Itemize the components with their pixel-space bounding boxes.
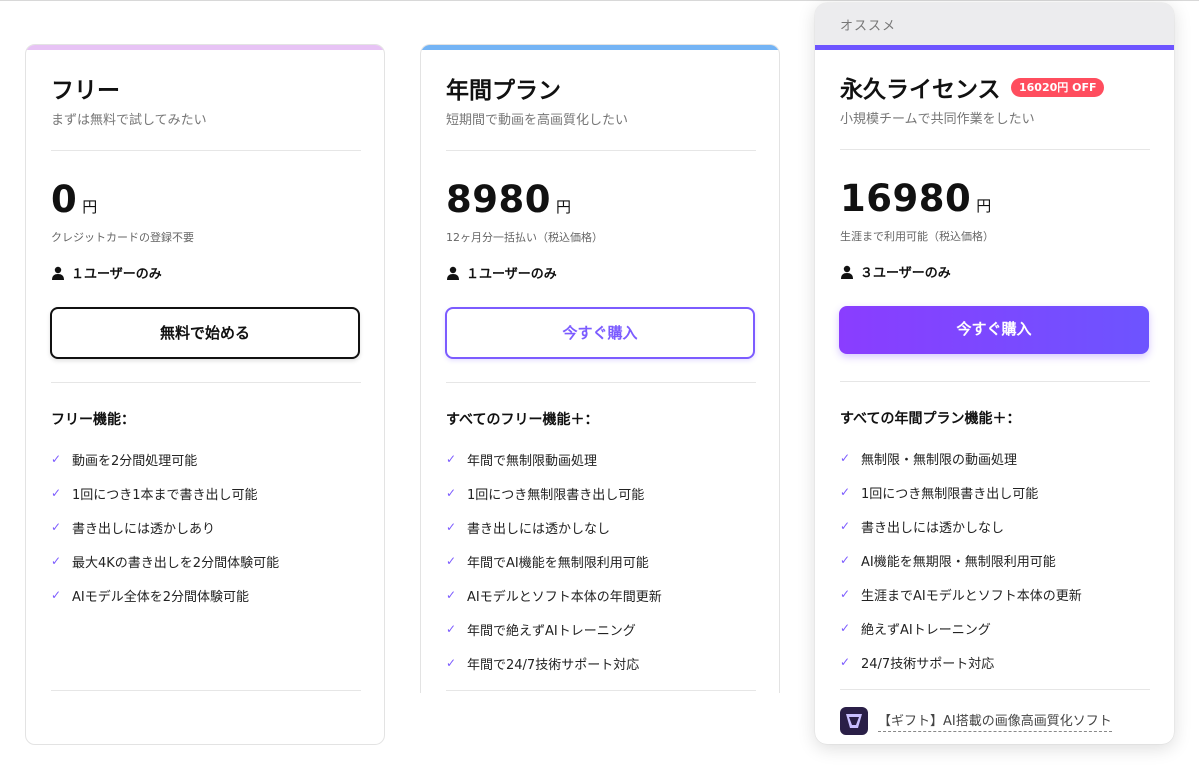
divider (51, 690, 361, 691)
check-icon: ✓ (840, 553, 851, 567)
check-icon: ✓ (840, 655, 851, 669)
divider (446, 690, 756, 691)
user-limit: ３ユーザーのみ (840, 262, 951, 281)
price-currency: 円 (976, 197, 992, 215)
price-row: 16980 円 (840, 177, 991, 220)
feature-list: ✓ 年間で無制限動画処理 ✓ 1回につき無制限書き出し可能 ✓ 書き出しには透かしなし… (446, 442, 662, 680)
check-icon: ✓ (840, 519, 851, 533)
plan-accent-bar (26, 45, 384, 50)
list-item: ✓ 書き出しには透かしあり (51, 520, 216, 537)
plan-subtitle: まずは無料で試してみたい (51, 113, 207, 128)
check-icon: ✓ (446, 622, 457, 636)
app-logo-icon (840, 707, 868, 735)
list-item: ✓ 24/7技術サポート対応 (840, 655, 995, 672)
feature-list: ✓ 動画を2分間処理可能 ✓ 1回につき1本まで書き出し可能 ✓ 書き出しには透かしあ… (51, 442, 279, 612)
features-title: フリー機能： (51, 412, 135, 428)
check-icon: ✓ (840, 587, 851, 601)
plan-card-permanent: オススメ 永久ライセンス 16020円 OFF 小規模チームで共同作業をしたい … (815, 3, 1174, 744)
list-item: ✓ AIモデル全体を2分間体験可能 (51, 588, 249, 605)
plan-name: 永久ライセンス (840, 77, 1001, 103)
price-row: 8980 円 (446, 178, 571, 221)
start-free-button[interactable]: 無料で始める (50, 307, 360, 359)
top-divider (0, 0, 1199, 1)
list-item: ✓ 書き出しには透かしなし (446, 520, 611, 537)
check-icon: ✓ (51, 520, 62, 534)
buy-now-button[interactable]: 今すぐ購入 (445, 307, 755, 359)
check-icon: ✓ (446, 656, 457, 670)
list-item: ✓ AIモデルとソフト本体の年間更新 (446, 588, 662, 605)
discount-badge: 16020円 OFF (1011, 78, 1105, 97)
price-value: 0 (51, 178, 78, 221)
user-limit: １ユーザーのみ (446, 263, 557, 282)
price-currency: 円 (555, 198, 571, 216)
user-icon (52, 266, 64, 280)
list-item: ✓ 絶えずAIトレーニング (840, 621, 991, 638)
plan-subtitle: 小規模チームで共同作業をしたい (840, 112, 1035, 127)
check-icon: ✓ (51, 554, 62, 568)
divider (51, 150, 361, 151)
buy-now-button[interactable]: 今すぐ購入 (839, 306, 1149, 354)
user-limit-text: １ユーザーのみ (466, 267, 557, 282)
list-item: ✓ 最大4Kの書き出しを2分間体験可能 (51, 554, 280, 571)
user-limit-text: １ユーザーのみ (71, 267, 162, 282)
plan-name: 年間プラン (446, 78, 561, 104)
divider (840, 689, 1150, 690)
list-item: ✓ AI機能を無期限・無制限利用可能 (840, 553, 1056, 570)
recommend-label: オススメ (840, 19, 897, 34)
user-limit: １ユーザーのみ (51, 263, 162, 282)
check-icon: ✓ (51, 486, 62, 500)
list-item: ✓ 動画を2分間処理可能 (51, 452, 198, 469)
plan-card-annual: 年間プラン 短期間で動画を高画質化したい 8980 円 12ヶ月分一括払い（税込… (420, 44, 780, 693)
divider (840, 381, 1150, 382)
check-icon: ✓ (51, 452, 62, 466)
list-item: ✓ 書き出しには透かしなし (840, 519, 1005, 536)
price-note: 生涯まで利用可能（税込価格） (840, 230, 994, 243)
check-icon: ✓ (446, 554, 457, 568)
list-item: ✓ 年間で24/7技術サポート対応 (446, 656, 640, 673)
list-item: ✓ 年間で絶えずAIトレーニング (446, 622, 636, 639)
user-icon (447, 266, 459, 280)
plan-accent-bar (815, 45, 1174, 50)
price-note: クレジットカードの登録不要 (51, 231, 194, 244)
list-item: ✓ 年間で無制限動画処理 (446, 452, 598, 469)
check-icon: ✓ (446, 486, 457, 500)
user-limit-text: ３ユーザーのみ (860, 266, 951, 281)
plan-card-free: フリー まずは無料で試してみたい 0 円 クレジットカードの登録不要 １ユーザー… (25, 44, 385, 745)
features-title: すべての年間プラン機能＋： (840, 411, 1021, 427)
check-icon: ✓ (840, 451, 851, 465)
check-icon: ✓ (446, 588, 457, 602)
list-item: ✓ 年間でAI機能を無制限利用可能 (446, 554, 649, 571)
list-item: ✓ 1回につき無制限書き出し可能 (840, 485, 1039, 502)
divider (51, 382, 361, 383)
list-item: ✓ 無制限・無制限の動画処理 (840, 451, 1018, 468)
list-item: ✓ 1回につき無制限書き出し可能 (446, 486, 645, 503)
plan-accent-bar (421, 45, 779, 50)
divider (840, 149, 1150, 150)
price-value: 8980 (446, 178, 551, 221)
list-item: ✓ 生涯までAIモデルとソフト本体の更新 (840, 587, 1082, 604)
check-icon: ✓ (51, 588, 62, 602)
plan-subtitle: 短期間で動画を高画質化したい (446, 113, 629, 128)
check-icon: ✓ (446, 520, 457, 534)
list-item: ✓ 1回につき1本まで書き出し可能 (51, 486, 258, 503)
gift-link[interactable]: 【ギフト】AI搭載の画像高画質化ソフト (840, 707, 1112, 735)
user-icon (841, 265, 853, 279)
divider (446, 382, 756, 383)
price-note: 12ヶ月分一括払い（税込価格） (446, 231, 603, 244)
price-row: 0 円 (51, 178, 97, 221)
check-icon: ✓ (840, 485, 851, 499)
divider (446, 150, 756, 151)
feature-list: ✓ 無制限・無制限の動画処理 ✓ 1回につき無制限書き出し可能 ✓ 書き出しには透かし… (840, 441, 1082, 679)
check-icon: ✓ (446, 452, 457, 466)
price-value: 16980 (840, 177, 972, 220)
gift-text[interactable]: 【ギフト】AI搭載の画像高画質化ソフト (878, 710, 1112, 732)
price-currency: 円 (82, 198, 98, 216)
check-icon: ✓ (840, 621, 851, 635)
plan-name: フリー (51, 78, 120, 104)
features-title: すべてのフリー機能＋： (446, 412, 599, 428)
